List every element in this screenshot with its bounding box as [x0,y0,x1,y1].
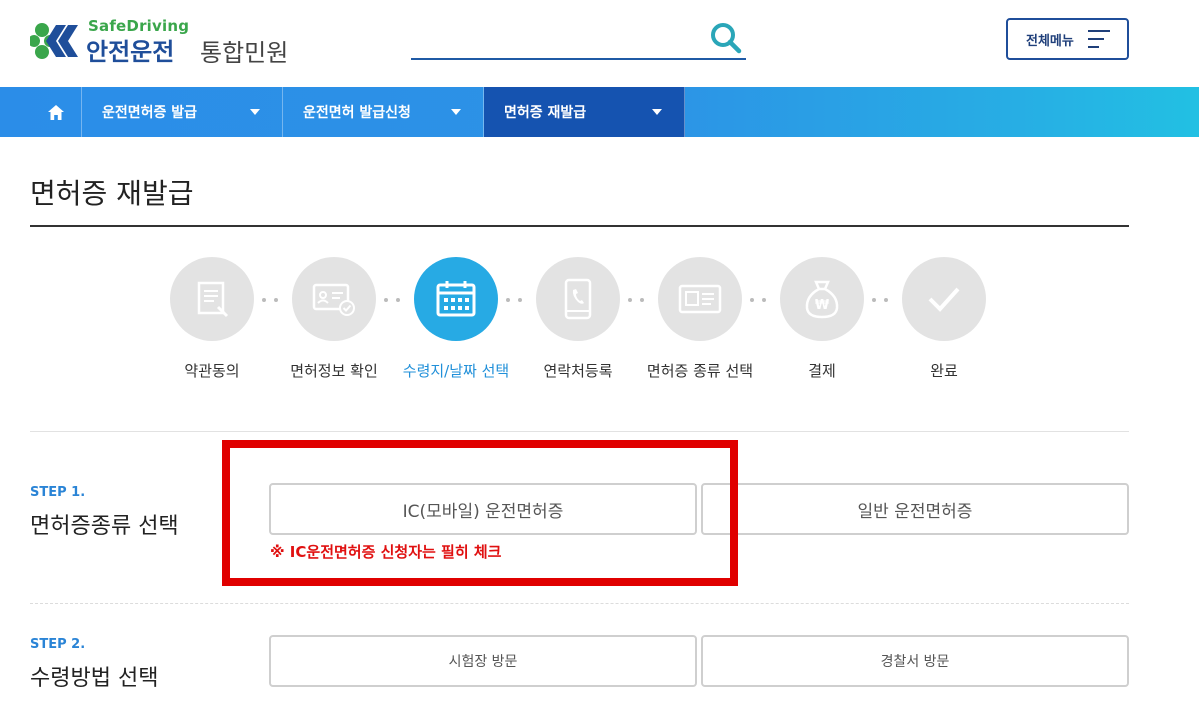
progress-step-contact: 연락처등록 [536,257,620,380]
nav-item-license-apply[interactable]: 운전면허 발급신청 [283,87,484,137]
nav-item-label: 면허증 재발급 [504,105,587,121]
search-icon[interactable] [708,20,744,56]
chevron-down-icon [652,109,662,115]
logo-title: 안전운전 [86,38,175,66]
progress-step-label: 약관동의 [184,362,240,380]
progress-step-label: 연락처등록 [543,362,613,380]
progress-step-label: 결제 [808,362,836,380]
document-edit-icon [197,281,229,318]
breadcrumb-nav: 운전면허증 발급 운전면허 발급신청 면허증 재발급 [0,87,1199,137]
nav-item-reissue[interactable]: 면허증 재발급 [484,87,685,137]
search-bar [411,18,746,60]
all-menu-label: 전체메뉴 [1026,33,1074,49]
step-connector [262,298,280,302]
exam-center-visit-option[interactable]: 시험장 방문 [269,635,697,687]
home-button[interactable] [30,87,82,137]
site-logo[interactable]: SafeDriving 안전운전 통합민원 [28,17,316,67]
nav-item-license-issue[interactable]: 운전면허증 발급 [82,87,283,137]
phone-icon [564,278,592,320]
page-title: 면허증 재발급 [30,177,194,210]
home-icon [47,104,64,120]
police-station-visit-option[interactable]: 경찰서 방문 [701,635,1129,687]
step-connector [506,298,524,302]
step-connector [628,298,646,302]
step-connector [750,298,768,302]
highlight-box [222,440,738,586]
id-card-check-icon [312,283,355,316]
chevron-down-icon [250,109,260,115]
id-card-icon [678,284,722,314]
all-menu-button[interactable]: 전체메뉴 [1006,18,1129,60]
step2-tag: STEP 2. [30,637,86,652]
step-connector [384,298,402,302]
step1-tag: STEP 1. [30,485,86,500]
progress-step-complete: 완료 [902,257,986,380]
progress-step-payment: ₩ 결제 [780,257,864,380]
svg-text:₩: ₩ [815,298,830,313]
search-input[interactable] [411,18,701,58]
step2-heading: 수령방법 선택 [30,666,159,691]
progress-step-label: 수령지/날짜 선택 [402,362,510,380]
regular-license-option[interactable]: 일반 운전면허증 [701,483,1129,535]
progress-step-label: 면허정보 확인 [290,362,378,380]
logo-subtitle: 통합민원 [200,39,289,67]
progress-step-license-type: 면허증 종류 선택 [647,257,753,380]
check-icon [928,287,960,312]
logo-mark-icon [28,19,78,63]
money-bag-icon: ₩ [805,280,839,319]
nav-item-label: 운전면허 발급신청 [303,105,411,121]
calendar-icon [436,281,476,317]
title-divider [30,225,1129,227]
nav-item-label: 운전면허증 발급 [102,105,198,121]
section-divider [30,603,1129,604]
progress-step-pickup-date: 수령지/날짜 선택 [403,257,509,380]
progress-step-terms: 약관동의 [170,257,254,380]
step-connector [872,298,890,302]
section-divider [30,431,1129,432]
step1-heading: 면허증종류 선택 [30,514,179,539]
progress-step-license-info: 면허정보 확인 [290,257,378,380]
progress-step-label: 면허증 종류 선택 [646,362,754,380]
chevron-down-icon [451,109,461,115]
progress-step-label: 완료 [930,362,958,380]
site-header: SafeDriving 안전운전 통합민원 전체메뉴 [0,0,1199,87]
hamburger-icon [1087,30,1110,48]
